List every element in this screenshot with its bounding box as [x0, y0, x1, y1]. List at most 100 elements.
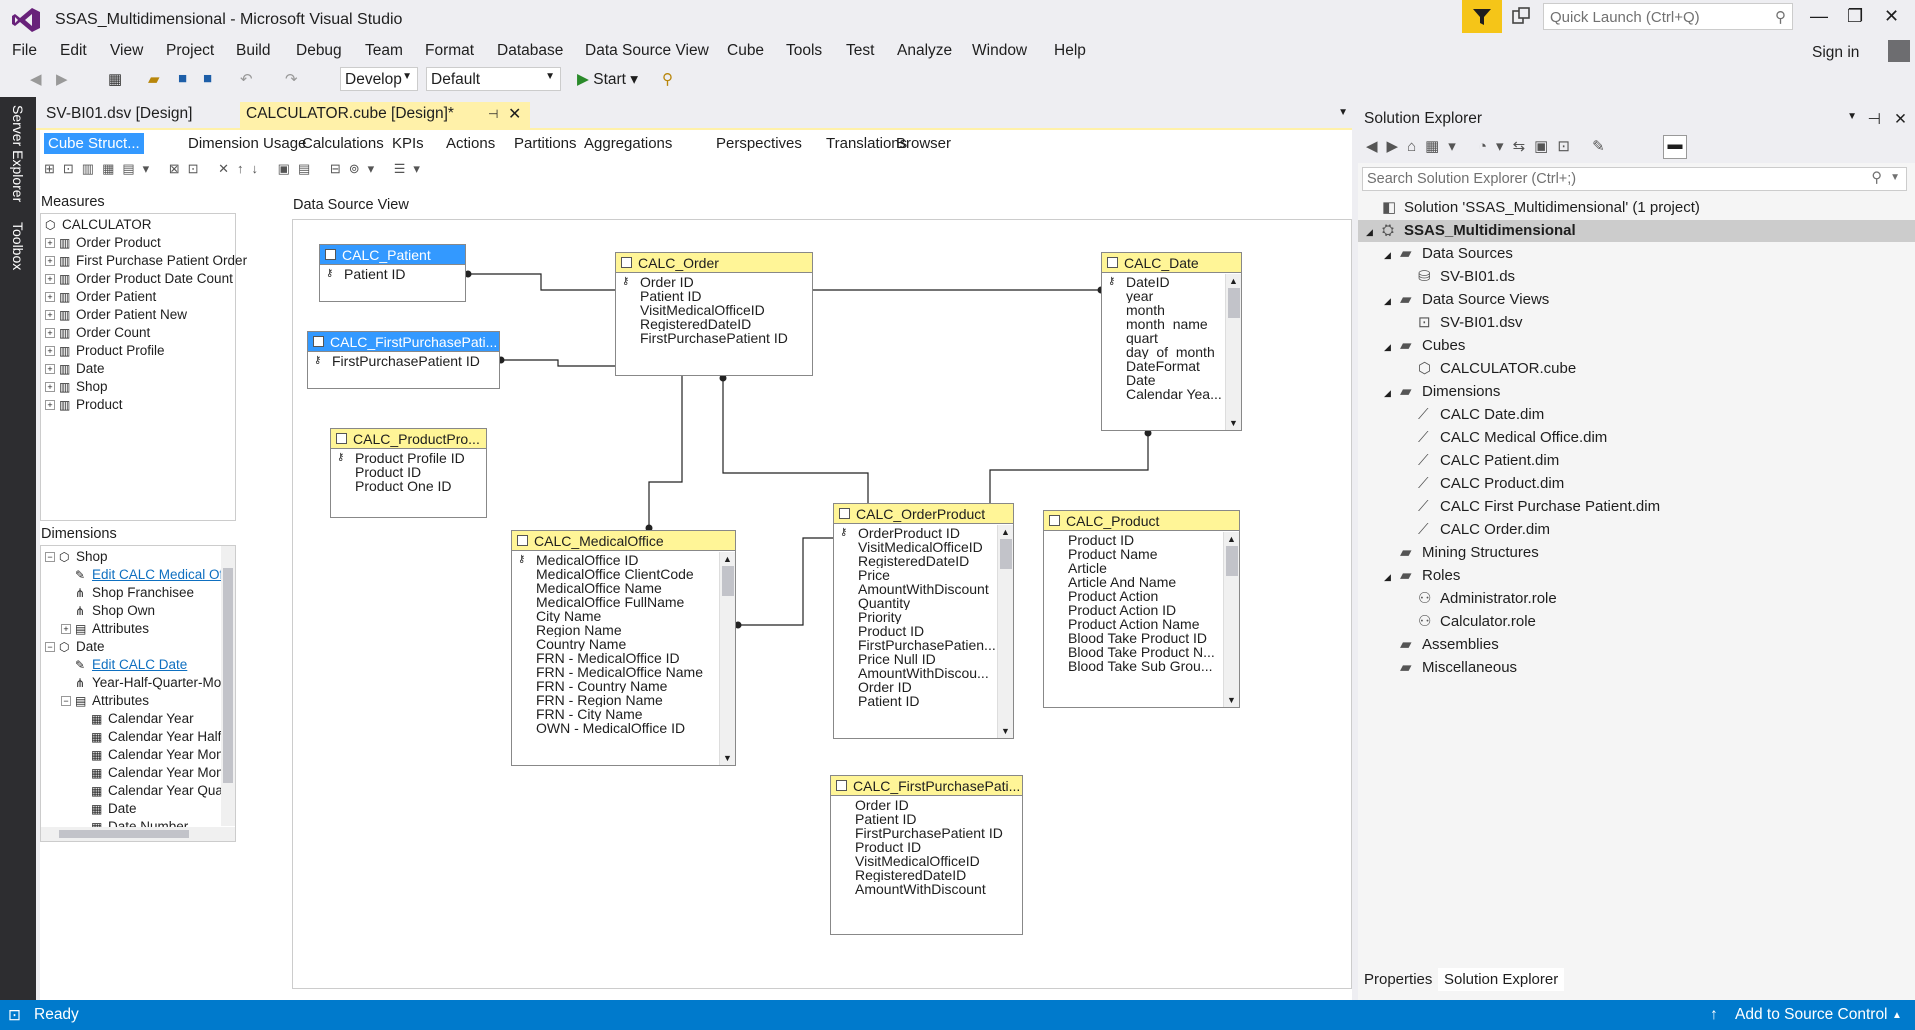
dsv-column[interactable]: FirstPurchasePatien...: [834, 638, 1013, 652]
dsv-column[interactable]: quart: [1102, 331, 1241, 345]
solution-tree-item[interactable]: ⛁ SV-BI01.ds: [1358, 266, 1515, 288]
data-source-view-canvas[interactable]: CALC_Patient ⚷ Patient ID CALC_FirstPurchas…: [292, 219, 1352, 989]
dsv-table-header[interactable]: CALC_OrderProduct: [834, 504, 1013, 524]
dimensions-scrollbar[interactable]: [221, 546, 235, 826]
table-scrollbar[interactable]: ▲ ▼: [1223, 532, 1239, 707]
solution-tree-item[interactable]: ⟋ CALC Medical Office.dim: [1358, 427, 1607, 449]
close-icon[interactable]: ✕: [508, 104, 521, 124]
dsv-column[interactable]: day_of_month: [1102, 345, 1241, 359]
dsv-table[interactable]: CALC_Product Product ID Product Name Articl…: [1043, 510, 1240, 708]
relationship-line[interactable]: [738, 537, 833, 626]
dsv-column[interactable]: RegisteredDateID: [834, 554, 1013, 568]
dsv-column[interactable]: Country Name: [512, 637, 735, 651]
dsv-table-header[interactable]: CALC_Date: [1102, 253, 1241, 273]
scroll-thumb[interactable]: [223, 568, 233, 783]
dsv-column[interactable]: ⚷ FirstPurchasePatient ID: [308, 354, 499, 368]
menu-help[interactable]: Help: [1054, 42, 1086, 60]
dsv-column[interactable]: ⚷ MedicalOffice ID: [512, 553, 735, 567]
dimension-tree-item[interactable]: ▦ Calendar Year: [77, 710, 194, 728]
dsv-column[interactable]: AmountWithDiscount: [834, 582, 1013, 596]
solution-tree-item[interactable]: ◢ ⛭ SSAS_Multidimensional: [1358, 220, 1915, 242]
minimize-button[interactable]: —: [1810, 6, 1828, 27]
menu-analyze[interactable]: Analyze: [897, 42, 952, 60]
expand-icon[interactable]: +: [45, 382, 55, 393]
menu-data-source-view[interactable]: Data Source View: [585, 42, 709, 60]
dsv-column[interactable]: Price: [834, 568, 1013, 582]
chevron-down-icon[interactable]: ▼: [1229, 418, 1238, 428]
dsv-column[interactable]: Product Action: [1044, 589, 1239, 603]
quick-launch-input[interactable]: Quick Launch (Ctrl+Q) ⚲: [1543, 3, 1793, 30]
solution-toolbar-icons[interactable]: ◀▶⌂▦▾ ◔▾⇆▣⊡ ✎: [1366, 137, 1614, 155]
designer-tab-browser[interactable]: Browser: [892, 133, 955, 154]
designer-tab-perspectives[interactable]: Perspectives: [712, 133, 806, 154]
dsv-column[interactable]: Product ID: [331, 465, 486, 479]
dsv-table-header[interactable]: CALC_Product: [1044, 511, 1239, 531]
table-scrollbar[interactable]: ▲ ▼: [1225, 274, 1241, 430]
collapse-icon[interactable]: ◢: [1366, 221, 1382, 243]
menu-test[interactable]: Test: [846, 42, 874, 60]
dsv-column[interactable]: Calendar Yea...: [1102, 387, 1241, 401]
solution-tree-item[interactable]: ◢ ▰ Roles: [1358, 565, 1460, 587]
dsv-column[interactable]: VisitMedicalOfficeID: [831, 854, 1022, 868]
dsv-column[interactable]: City Name: [512, 609, 735, 623]
designer-tab-aggregations[interactable]: Aggregations: [580, 133, 676, 154]
dsv-column[interactable]: Patient ID: [616, 289, 812, 303]
dimension-tree-item[interactable]: − ▤ Attributes: [61, 692, 149, 710]
designer-tab-cube-struct-[interactable]: Cube Struct...: [44, 133, 144, 154]
solution-tree-item[interactable]: ▰ Miscellaneous: [1358, 657, 1517, 679]
server-explorer-tab[interactable]: Server Explorer: [10, 105, 26, 202]
close-button[interactable]: ✕: [1884, 6, 1899, 27]
collapse-icon[interactable]: ◢: [1384, 336, 1400, 358]
dsv-table[interactable]: CALC_FirstPurchasePati... Order ID Patient…: [830, 775, 1023, 935]
dsv-column[interactable]: Product ID: [831, 840, 1022, 854]
dsv-column[interactable]: Patient ID: [834, 694, 1013, 708]
dsv-column[interactable]: Product Action ID: [1044, 603, 1239, 617]
dsv-column[interactable]: Product One ID: [331, 479, 486, 493]
solution-tree-item[interactable]: ◢ ▰ Dimensions: [1358, 381, 1500, 403]
dsv-column[interactable]: RegisteredDateID: [616, 317, 812, 331]
menu-database[interactable]: Database: [497, 42, 563, 60]
find-in-files-icon[interactable]: ⚲: [662, 70, 673, 88]
dsv-column[interactable]: AmountWithDiscou...: [834, 666, 1013, 680]
menu-debug[interactable]: Debug: [296, 42, 342, 60]
tab-dsv-design[interactable]: SV-BI01.dsv [Design]: [40, 102, 198, 126]
pin-icon[interactable]: ⊣: [1867, 110, 1881, 129]
close-icon[interactable]: ✕: [1894, 110, 1907, 129]
solution-tree-item[interactable]: ⟋ CALC First Purchase Patient.dim: [1358, 496, 1660, 518]
dsv-table[interactable]: CALC_MedicalOffice ⚷ MedicalOffice ID Medic…: [511, 530, 736, 766]
scroll-thumb[interactable]: [1226, 546, 1238, 576]
menu-tools[interactable]: Tools: [786, 42, 822, 60]
measure-group-item[interactable]: + ▥ Order Patient: [45, 288, 156, 306]
expand-icon[interactable]: +: [61, 624, 71, 635]
measure-group-item[interactable]: + ▥ Shop: [45, 378, 108, 396]
dsv-column[interactable]: Order ID: [831, 798, 1022, 812]
dsv-table[interactable]: CALC_Order ⚷ Order ID Patient ID VisitMedica…: [615, 252, 813, 376]
add-to-source-control-button[interactable]: Add to Source Control: [1735, 1006, 1888, 1024]
measures-root[interactable]: ⬡ CALCULATOR: [45, 216, 152, 234]
scroll-thumb[interactable]: [1228, 288, 1240, 318]
solution-platform-dropdown[interactable]: Default ▼: [426, 67, 561, 91]
scroll-thumb[interactable]: [722, 566, 734, 596]
tab-solution-explorer[interactable]: Solution Explorer: [1438, 968, 1565, 991]
save-all-icon[interactable]: ■: [203, 70, 212, 87]
solution-configuration-dropdown[interactable]: Develop ▼: [340, 67, 418, 91]
solution-tree-item[interactable]: ⬡ CALCULATOR.cube: [1358, 358, 1576, 380]
collapse-icon[interactable]: −: [45, 552, 55, 563]
start-button[interactable]: ▶ Start ▾: [577, 70, 638, 89]
measure-group-item[interactable]: + ▥ Product Profile: [45, 342, 165, 360]
expand-icon[interactable]: +: [45, 328, 55, 339]
expand-icon[interactable]: +: [45, 256, 55, 267]
tab-cube-design[interactable]: CALCULATOR.cube [Design]* ⊣ ✕: [240, 102, 530, 128]
expand-icon[interactable]: +: [45, 400, 55, 411]
dimension-tree-item[interactable]: ▦ Calendar Year Quarter: [77, 782, 235, 800]
dimension-tree-item[interactable]: ✎ Edit CALC Medical Office: [61, 566, 235, 584]
dimension-tree-item[interactable]: − ⬡ Date: [45, 638, 105, 656]
collapse-icon[interactable]: −: [45, 642, 55, 653]
dimension-tree-item[interactable]: ⋔ Year-Half-Quarter-Month-Da: [61, 674, 235, 692]
designer-tab-partitions[interactable]: Partitions: [510, 133, 581, 154]
measure-group-item[interactable]: + ▥ Order Patient New: [45, 306, 187, 324]
menu-file[interactable]: File: [12, 42, 37, 60]
relationship-line[interactable]: [468, 273, 615, 291]
dsv-column[interactable]: Product Action Name: [1044, 617, 1239, 631]
solution-tree-item[interactable]: ◢ ▰ Cubes: [1358, 335, 1465, 357]
